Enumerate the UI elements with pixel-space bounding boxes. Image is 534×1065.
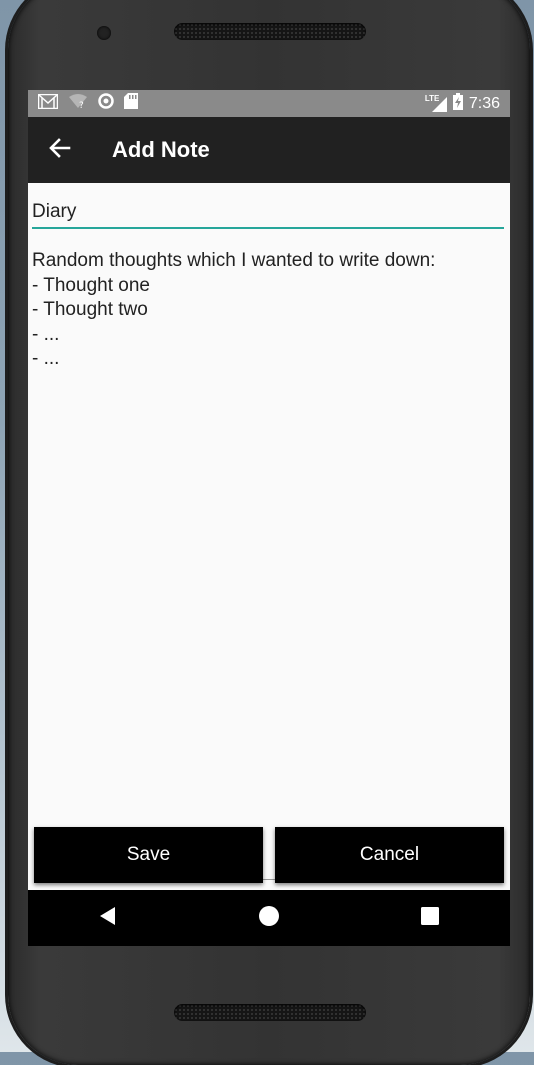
battery-charging-icon	[452, 92, 463, 115]
note-title-input[interactable]	[32, 197, 504, 229]
status-system: LTE 7:36	[424, 92, 510, 115]
svg-text:?: ?	[79, 101, 84, 109]
recents-square-icon	[420, 906, 439, 930]
page-title: Add Note	[112, 137, 210, 162]
back-button[interactable]	[28, 117, 92, 183]
note-editor: Random thoughts which I wanted to write …	[28, 183, 510, 887]
nav-home-button[interactable]	[239, 890, 299, 946]
app-bar: Add Note	[28, 117, 510, 183]
sd-card-icon	[124, 93, 138, 114]
note-body-input[interactable]: Random thoughts which I wanted to write …	[32, 249, 506, 809]
button-divider	[263, 879, 275, 880]
nav-back-button[interactable]	[78, 890, 138, 946]
arrow-left-icon	[49, 137, 71, 163]
gmail-icon	[37, 93, 59, 114]
navigation-bar	[28, 890, 510, 946]
wifi-question-icon: ?	[68, 93, 88, 114]
nav-recents-button[interactable]	[400, 890, 460, 946]
front-camera	[97, 26, 111, 40]
bottom-speaker	[174, 1004, 366, 1021]
home-circle-icon	[258, 905, 280, 932]
top-speaker	[174, 23, 366, 40]
status-bar: ? LTE 7:36	[28, 90, 510, 117]
app-screen: ? LTE 7:36 Add Note Diary Random thought…	[28, 90, 510, 946]
lte-label: LTE	[424, 93, 440, 103]
sync-circle-icon	[98, 93, 114, 114]
status-notifications: ?	[28, 93, 138, 114]
signal-icon: LTE	[424, 93, 447, 112]
cancel-button[interactable]: Cancel	[275, 827, 504, 883]
save-button[interactable]: Save	[34, 827, 263, 883]
status-clock: 7:36	[468, 94, 500, 112]
back-triangle-icon	[99, 906, 117, 931]
